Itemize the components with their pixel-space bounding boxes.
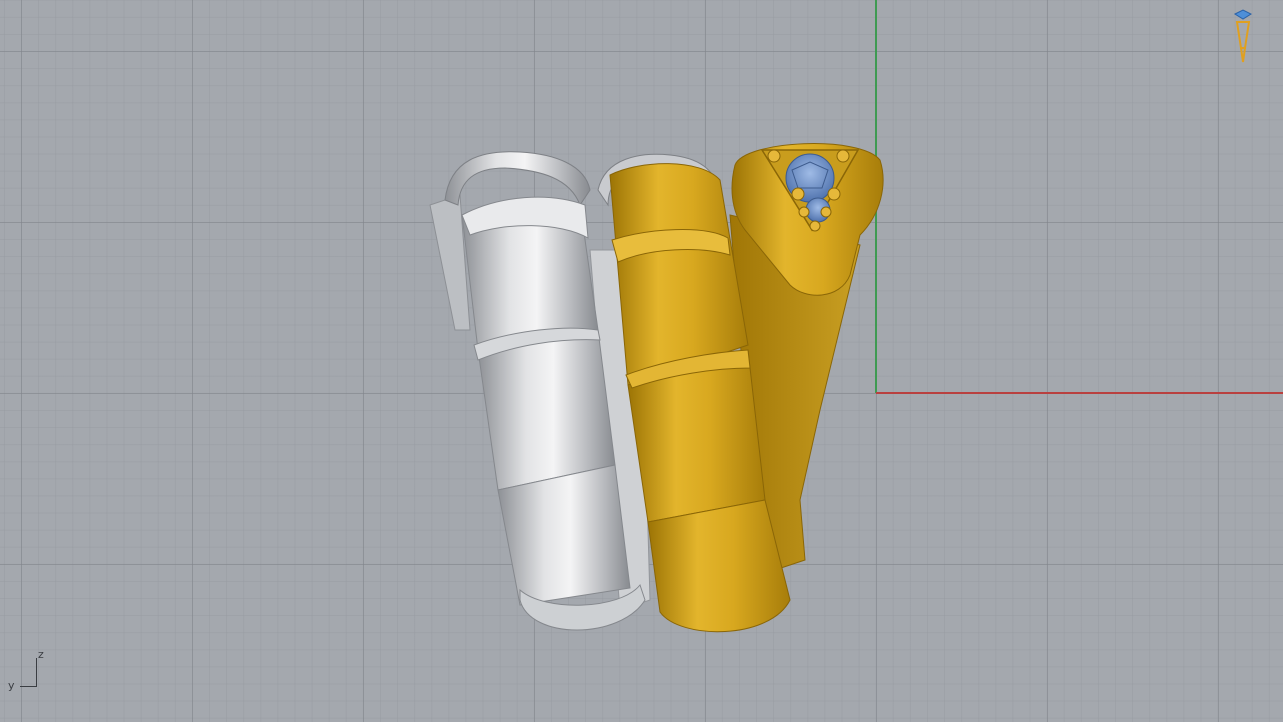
axis-gizmo: z y [6,644,56,694]
3d-viewport[interactable]: z y [0,0,1283,722]
ring-model-render[interactable] [0,0,1283,722]
gem-setting-tool-icon [1233,9,1253,63]
axis-y-label: y [8,679,15,692]
axis-z-label: z [38,648,44,661]
